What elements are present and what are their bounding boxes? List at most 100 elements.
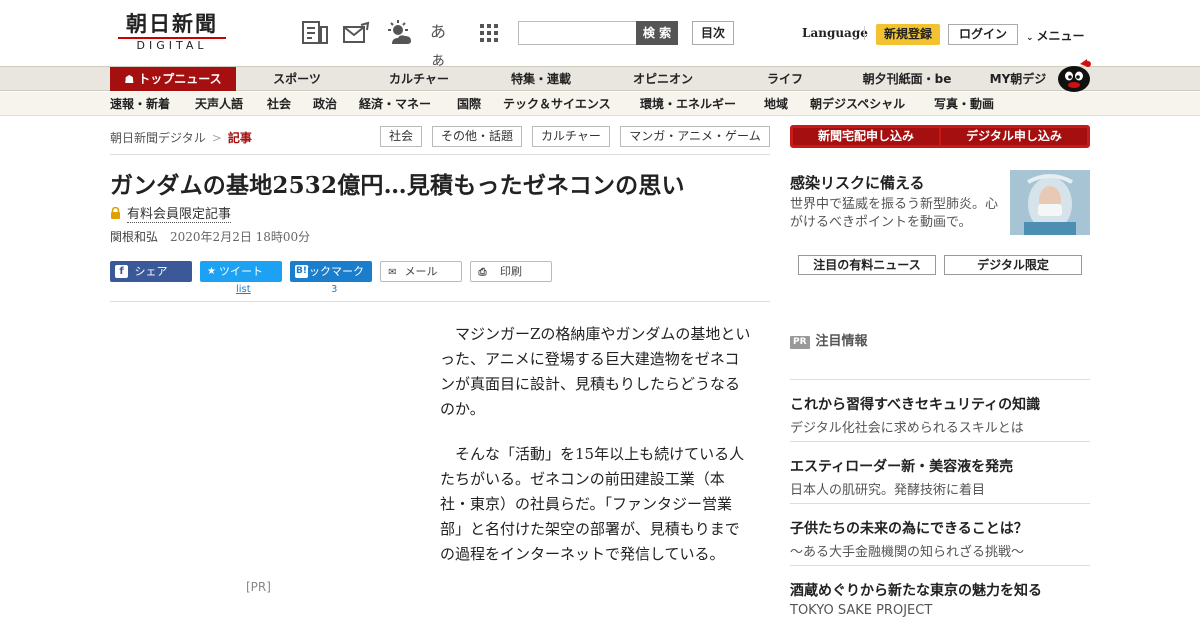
tag-other[interactable]: その他・話題 <box>432 126 522 147</box>
featured-paid-news-button[interactable]: 注目の有料ニュース <box>798 255 936 275</box>
tag-culture[interactable]: カルチャー <box>532 126 610 147</box>
pr-heading: PR 注目情報 <box>790 330 868 349</box>
breadcrumb-current: 記事 <box>227 131 252 145</box>
hatena-icon: B! <box>295 265 308 278</box>
logo-japanese: 朝日新聞 <box>126 11 218 36</box>
login-button[interactable]: ログイン <box>948 24 1018 45</box>
paper-icon[interactable] <box>300 18 330 48</box>
pr-item-title[interactable]: 子供たちの未来の為にできることは？ <box>790 518 1028 538</box>
hatena-count[interactable]: 3 <box>331 284 337 295</box>
home-icon: ☗ <box>124 73 135 86</box>
promo-image[interactable] <box>1010 170 1090 235</box>
print-button[interactable]: ⎙ 印刷 <box>470 261 552 282</box>
ad-label: [PR] <box>246 580 271 594</box>
divider <box>790 441 1090 442</box>
paid-member-badge[interactable]: 有料会員限定記事 <box>110 203 232 223</box>
sub-nav: 速報・新着 天声人語 社会 政治 経済・マネー 国際 テック＆サイエンス 環境・… <box>0 92 1200 116</box>
pr-item-subtitle[interactable]: デジタル化社会に求められるスキルとは <box>790 417 1024 436</box>
pr-item-title[interactable]: 酒蔵めぐりから新たな東京の魅力を知る <box>790 580 1042 600</box>
search-button[interactable]: 検 索 <box>636 21 678 45</box>
envelope-icon: ✉ <box>388 267 397 278</box>
site-header: 朝日新聞 DIGITAL あぁ 検 索 目次 Language 新規登録 ログイ… <box>0 0 1200 69</box>
twitter-share-button[interactable]: ★ ツイート <box>200 261 282 282</box>
subnav-economy[interactable]: 経済・マネー <box>359 92 431 116</box>
facebook-icon: f <box>115 265 128 278</box>
share-label: 印刷 <box>500 265 522 278</box>
nav-opinion[interactable]: オピニオン <box>612 67 714 91</box>
publish-date: 2020年2月2日 18時00分 <box>170 230 311 244</box>
grid-icon[interactable] <box>474 18 504 48</box>
subnav-breaking[interactable]: 速報・新着 <box>110 92 170 116</box>
language-link[interactable]: Language <box>802 26 868 40</box>
digital-only-button[interactable]: デジタル限定 <box>944 255 1082 275</box>
mascot-icon[interactable] <box>1054 58 1092 92</box>
facebook-share-button[interactable]: f シェア <box>110 261 192 282</box>
twitter-count[interactable]: list <box>236 284 251 295</box>
divider <box>790 379 1090 380</box>
nav-life[interactable]: ライフ <box>734 67 836 91</box>
logo-english: DIGITAL <box>136 39 208 52</box>
nav-sports[interactable]: スポーツ <box>246 67 348 91</box>
author-name: 関根和弘 <box>110 230 159 244</box>
mail-icon[interactable] <box>341 18 371 48</box>
subnav-international[interactable]: 国際 <box>457 92 481 116</box>
subnav-region[interactable]: 地域 <box>764 92 788 116</box>
font-size-icon[interactable]: あぁ <box>430 18 460 69</box>
nav-newspaper[interactable]: 朝夕刊紙面・be <box>846 67 968 91</box>
search-input[interactable] <box>518 21 638 45</box>
pr-item-subtitle[interactable]: TOKYO SAKE PROJECT <box>790 603 932 618</box>
nav-features[interactable]: 特集・連載 <box>490 67 592 91</box>
share-label: ツイート <box>219 265 263 278</box>
divider <box>790 503 1090 504</box>
twitter-icon: ★ <box>207 266 216 277</box>
nav-culture[interactable]: カルチャー <box>368 67 470 91</box>
paid-member-label: 有料会員限定記事 <box>127 207 232 223</box>
mail-share-button[interactable]: ✉ メール <box>380 261 462 282</box>
menu-button[interactable]: ⌄ メニュー <box>1026 27 1085 44</box>
pr-item-title[interactable]: これから習得すべきセキュリティの知識 <box>790 394 1040 414</box>
promo-title[interactable]: 感染リスクに備える <box>790 172 925 193</box>
article-title: ガンダムの基地2532億円…見積もったゼネコンの思い <box>110 172 685 199</box>
hatena-bookmark-button[interactable]: B! ブックマーク <box>290 261 372 282</box>
subnav-tenseijingo[interactable]: 天声人語 <box>195 92 243 116</box>
breadcrumb-home[interactable]: 朝日新聞デジタル <box>110 131 206 145</box>
subscribe-digital-button[interactable]: デジタル申し込み <box>941 128 1087 145</box>
nav-label: トップニュース <box>138 72 222 86</box>
subscription-bar: 新聞宅配申し込み デジタル申し込み <box>790 125 1090 148</box>
breadcrumb-separator: > <box>211 131 222 145</box>
share-label: シェア <box>134 265 168 278</box>
divider <box>110 301 770 302</box>
article-paragraph: マジンガーZの格納庫やガンダムの基地といった、アニメに登場する巨大建造物をゼネコ… <box>440 325 751 418</box>
pr-item-subtitle[interactable]: ～ある大手金融機関の知られざる挑戦～ <box>790 541 1024 560</box>
header-divider <box>864 26 865 40</box>
tag-manga-anime-game[interactable]: マンガ・アニメ・ゲーム <box>620 126 770 147</box>
subnav-environment[interactable]: 環境・エネルギー <box>640 92 736 116</box>
subnav-special[interactable]: 朝デジスペシャル <box>810 92 905 116</box>
chevron-down-icon: ⌄ <box>1026 33 1034 43</box>
main-nav: ☗ トップニュース スポーツ カルチャー 特集・連載 オピニオン ライフ 朝夕刊紙… <box>0 66 1200 91</box>
article-paragraph: そんな「活動」を15年以上も続けている人たちがいる。ゼネコンの前田建設工業（本社… <box>440 445 745 563</box>
menu-label: メニュー <box>1036 29 1085 43</box>
divider <box>110 154 770 155</box>
pr-item-title[interactable]: エスティローダー新・美容液を発売 <box>790 456 1013 476</box>
subscribe-paper-button[interactable]: 新聞宅配申し込み <box>793 128 939 145</box>
subnav-politics[interactable]: 政治 <box>313 92 337 116</box>
lock-icon <box>111 207 120 219</box>
printer-icon: ⎙ <box>478 267 487 278</box>
pr-heading-label: 注目情報 <box>815 334 868 349</box>
pr-item-subtitle[interactable]: 日本人の肌研究。発酵技術に着目 <box>790 479 985 498</box>
toc-button[interactable]: 目次 <box>692 21 734 45</box>
site-logo[interactable]: 朝日新聞 DIGITAL <box>112 12 232 54</box>
share-label: メール <box>404 265 438 278</box>
subnav-society[interactable]: 社会 <box>267 92 291 116</box>
tag-society[interactable]: 社会 <box>380 126 422 147</box>
nav-top-news[interactable]: ☗ トップニュース <box>110 67 236 91</box>
subnav-photo[interactable]: 写真・動画 <box>934 92 994 116</box>
divider <box>790 565 1090 566</box>
register-button[interactable]: 新規登録 <box>876 24 940 45</box>
nav-my-asadigi[interactable]: MY朝デジ <box>978 67 1058 91</box>
breadcrumb: 朝日新聞デジタル > 記事 <box>110 129 252 146</box>
subnav-tech[interactable]: テック＆サイエンス <box>503 92 611 116</box>
promo-description[interactable]: 世界中で猛威を振るう新型肺炎。心がけるべきポイントを動画で。 <box>790 196 1005 232</box>
weather-icon[interactable] <box>384 18 414 48</box>
